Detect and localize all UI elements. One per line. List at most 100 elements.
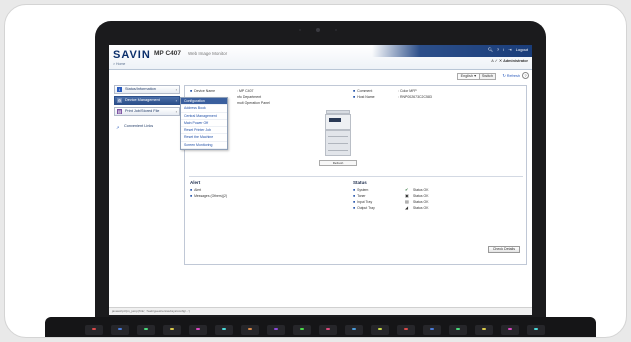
device-name-label: Device Name	[194, 89, 216, 93]
laptop-lid: SAVIN MP C407 Web Image Monitor > Home 🔍…	[95, 21, 546, 337]
device-management-menu: Configuration Address Book Central Manag…	[180, 97, 228, 151]
print-icon: ▤	[117, 109, 122, 114]
search-icon[interactable]: 🔍︎	[488, 47, 493, 52]
switch-button[interactable]: Switch	[478, 73, 496, 80]
menu-item-reset-printer-job[interactable]: Reset Printer Job	[181, 127, 227, 135]
menu-item-address-book[interactable]: Address Book	[181, 105, 227, 113]
header-icons: 🔍︎ ? i ⇥ Logout	[485, 47, 528, 52]
check-details-button[interactable]: Check Details	[487, 246, 520, 253]
keyboard-key	[85, 325, 103, 335]
status-label: Input Tray	[357, 200, 373, 204]
sidebar-item-label: Status/Information	[125, 87, 156, 91]
app-subtitle: Web Image Monitor	[188, 51, 228, 56]
bullet-icon: ■	[353, 188, 356, 192]
keyboard-key	[319, 325, 337, 335]
printer-refresh-button[interactable]: Refresh	[319, 160, 357, 166]
user-controls[interactable]: A ✓ ✕	[491, 59, 502, 63]
convenient-links[interactable]: ↗ Convenient Links	[114, 122, 180, 130]
menu-item-central-management[interactable]: Central Management	[181, 113, 227, 120]
printer-tray	[328, 150, 348, 155]
printer-tray	[328, 143, 348, 148]
keyboard-key	[397, 325, 415, 335]
laptop-keyboard	[45, 317, 596, 337]
comment-row: ■ Comment	[353, 89, 372, 93]
keyboard-key	[371, 325, 389, 335]
status-row[interactable]: ■ System	[353, 188, 368, 192]
toner-icon: ▣	[405, 193, 409, 198]
logout-link[interactable]: Logout	[516, 47, 528, 52]
browser-screen: SAVIN MP C407 Web Image Monitor > Home 🔍…	[109, 45, 532, 315]
alert-title: Alert	[190, 180, 201, 185]
alert-row[interactable]: ■ Messages (Others)(2)	[190, 194, 227, 198]
bullet-icon: ■	[190, 89, 193, 93]
comment-value: : Color MFP	[398, 89, 417, 93]
menu-item-screen-monitoring[interactable]: Screen Monitoring	[181, 142, 227, 150]
printer-tray	[328, 136, 348, 141]
input-tray-icon: ▤	[405, 199, 409, 204]
status-row[interactable]: ■ Output Tray	[353, 206, 375, 210]
sidebar-item-print-job[interactable]: ▤ Print Job/Stored File ›	[114, 107, 180, 116]
toolbar: English ▾ Switch ↻ Refresh ?	[109, 71, 532, 83]
header-accent: 🔍︎ ? i ⇥ Logout	[372, 45, 532, 57]
sidebar-item-label: Print Job/Stored File	[125, 109, 160, 113]
alert-row[interactable]: ■ Alert	[190, 188, 201, 192]
menu-item-main-power-off[interactable]: Main Power Off	[181, 120, 227, 128]
sidebar: i Status/Information › ⚙ Device Manageme…	[114, 85, 180, 130]
printer-image	[325, 110, 351, 158]
printer-panel	[329, 118, 341, 122]
header-bar: SAVIN MP C407 Web Image Monitor > Home 🔍…	[109, 45, 532, 70]
bullet-icon: ■	[353, 206, 356, 210]
browser-status-bar: javascript:fpn_jump('link', '/web/guest/…	[109, 307, 532, 315]
sensor-dot	[299, 29, 301, 31]
sidebar-item-device-management[interactable]: ⚙ Device Management ›	[114, 96, 180, 105]
keyboard-key	[423, 325, 441, 335]
keyboard-key	[137, 325, 155, 335]
device-name-value: : MP C407	[237, 89, 254, 93]
keyboard-key	[475, 325, 493, 335]
host-label: Host Name	[357, 95, 375, 99]
bullet-icon: ■	[353, 194, 356, 198]
refresh-label: Refresh	[506, 74, 520, 78]
refresh-icon: ↻	[502, 74, 506, 78]
keyboard-key	[215, 325, 233, 335]
chevron-right-icon: ›	[175, 98, 177, 103]
section-divider	[189, 176, 523, 177]
status-row[interactable]: ■ Input Tray	[353, 200, 372, 204]
device-location-value: nfo Department	[237, 95, 262, 99]
keyboard-key	[527, 325, 545, 335]
status-label: System	[357, 188, 369, 192]
status-value: Status OK	[413, 200, 429, 204]
user-line: A ✓ ✕ Administrator	[491, 58, 528, 63]
bullet-icon: ■	[353, 200, 356, 204]
menu-item-configuration[interactable]: Configuration	[181, 98, 227, 106]
sidebar-item-status[interactable]: i Status/Information ›	[114, 85, 180, 94]
device-name-row: ■ Device Name	[190, 89, 215, 93]
current-user: Administrator	[503, 59, 528, 63]
keyboard-key	[111, 325, 129, 335]
host-value: : RNP002673C2C583	[398, 95, 432, 99]
info-icon[interactable]: i	[503, 47, 504, 52]
webcam	[316, 28, 320, 32]
status-label: Output Tray	[357, 206, 375, 210]
keyboard-key	[345, 325, 363, 335]
keyboard-key	[189, 325, 207, 335]
keyboard-key	[163, 325, 181, 335]
refresh-link[interactable]: ↻ Refresh	[502, 73, 520, 78]
bullet-icon: ■	[353, 89, 356, 93]
keyboard-key	[241, 325, 259, 335]
comment-label: Comment	[357, 89, 373, 93]
convenient-links-label: Convenient Links	[124, 124, 154, 128]
logout-icon[interactable]: ⇥	[508, 47, 511, 52]
photo-frame: SAVIN MP C407 Web Image Monitor > Home 🔍…	[4, 4, 627, 338]
breadcrumb[interactable]: > Home	[113, 62, 125, 66]
keyboard-key	[501, 325, 519, 335]
chevron-right-icon: ›	[175, 87, 177, 92]
status-row[interactable]: ■ Toner	[353, 194, 366, 198]
help-icon[interactable]: ?	[497, 47, 499, 52]
output-tray-icon: ◢	[405, 205, 409, 210]
menu-item-reset-machine[interactable]: Reset the Machine	[181, 134, 227, 142]
language-select[interactable]: English ▾	[456, 73, 480, 80]
brand-logo[interactable]: SAVIN	[113, 49, 151, 61]
help-button[interactable]: ?	[522, 72, 529, 79]
status-value: Status OK	[413, 206, 429, 210]
